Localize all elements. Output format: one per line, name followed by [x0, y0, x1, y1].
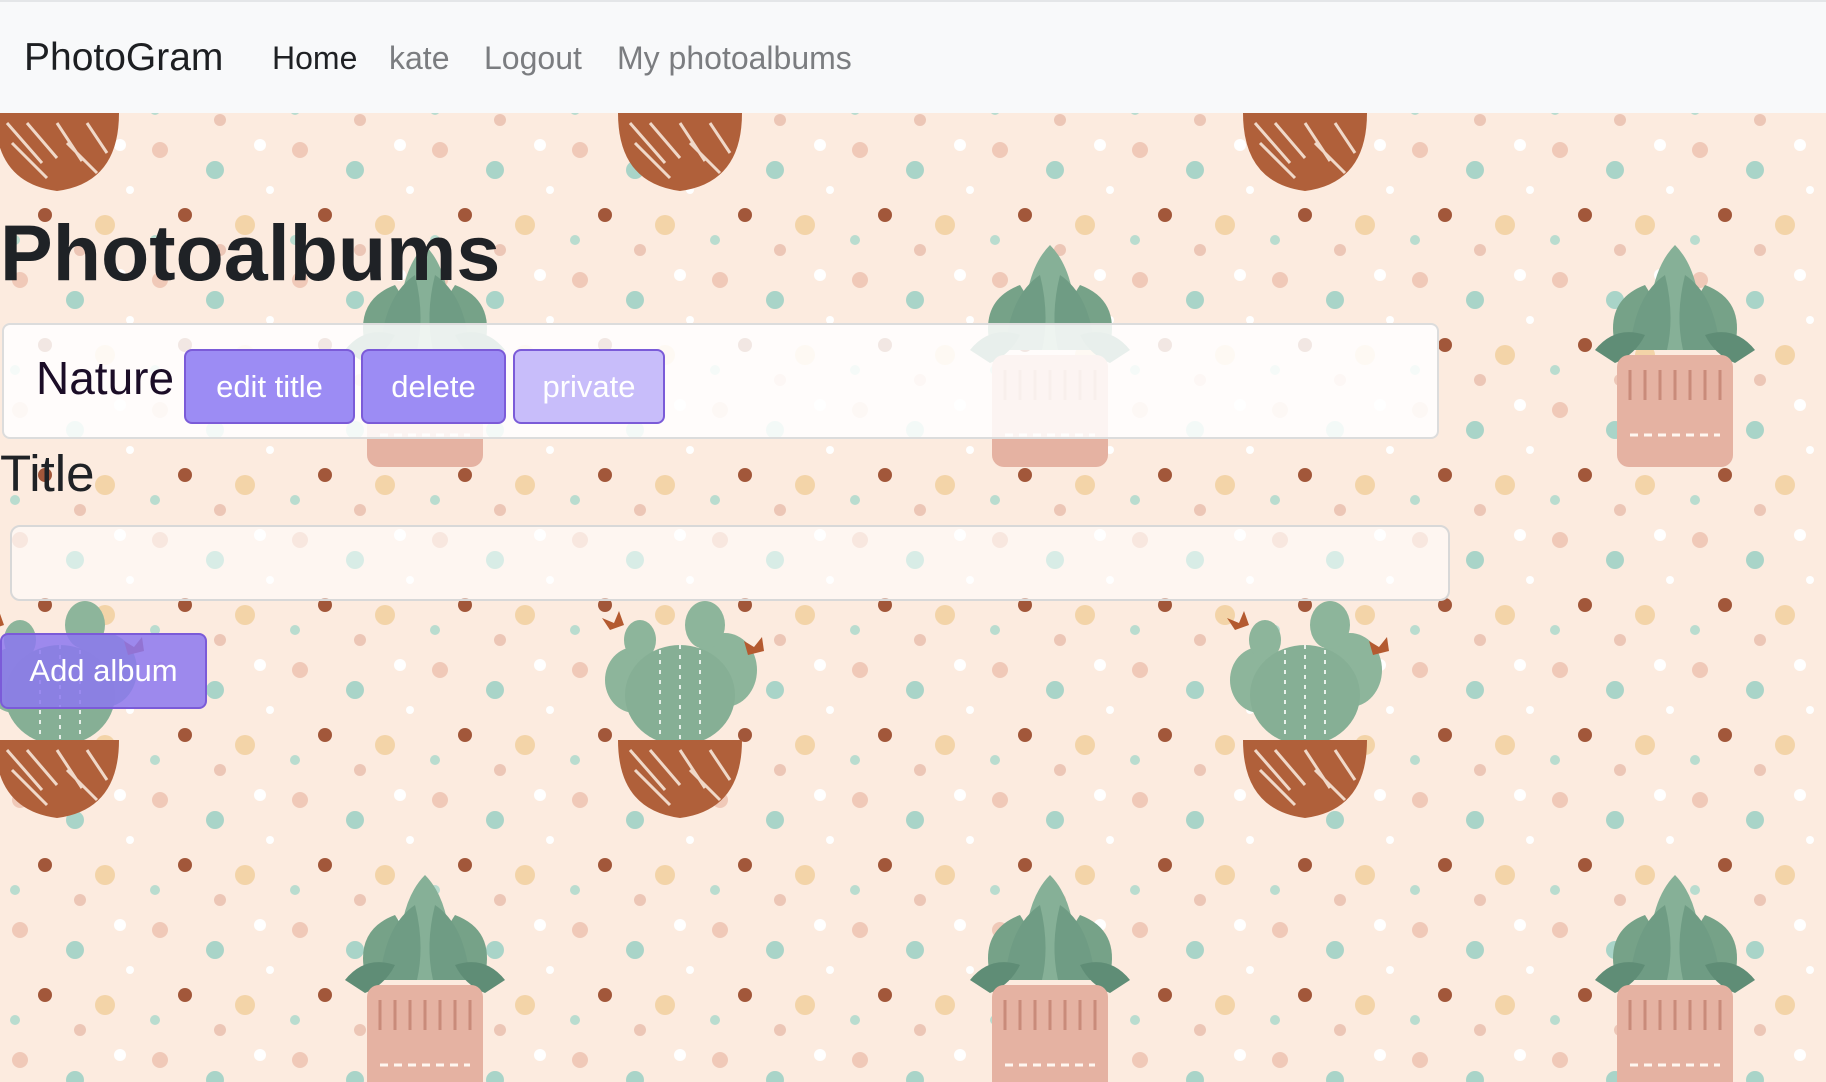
add-album-button[interactable]: Add album [0, 633, 207, 709]
brand-logo-link[interactable]: PhotoGram [24, 36, 223, 80]
page-title: Photoalbums [0, 208, 501, 297]
main-content: Photoalbums Nature edit title delete pri… [0, 113, 1826, 1082]
nav-link-user[interactable]: kate [389, 40, 449, 77]
top-navbar: PhotoGram Home kate Logout My photoalbum… [0, 0, 1826, 113]
album-name: Nature [36, 352, 175, 404]
edit-title-button[interactable]: edit title [184, 349, 355, 424]
album-card: Nature edit title delete private [2, 323, 1439, 439]
title-field-label: Title [0, 445, 95, 502]
delete-album-button[interactable]: delete [361, 349, 506, 424]
nav-link-home[interactable]: Home [272, 40, 357, 77]
album-title-input[interactable] [10, 525, 1450, 601]
private-toggle-button[interactable]: private [513, 349, 665, 424]
nav-link-my-photoalbums[interactable]: My photoalbums [617, 40, 852, 77]
nav-link-logout[interactable]: Logout [484, 40, 582, 77]
